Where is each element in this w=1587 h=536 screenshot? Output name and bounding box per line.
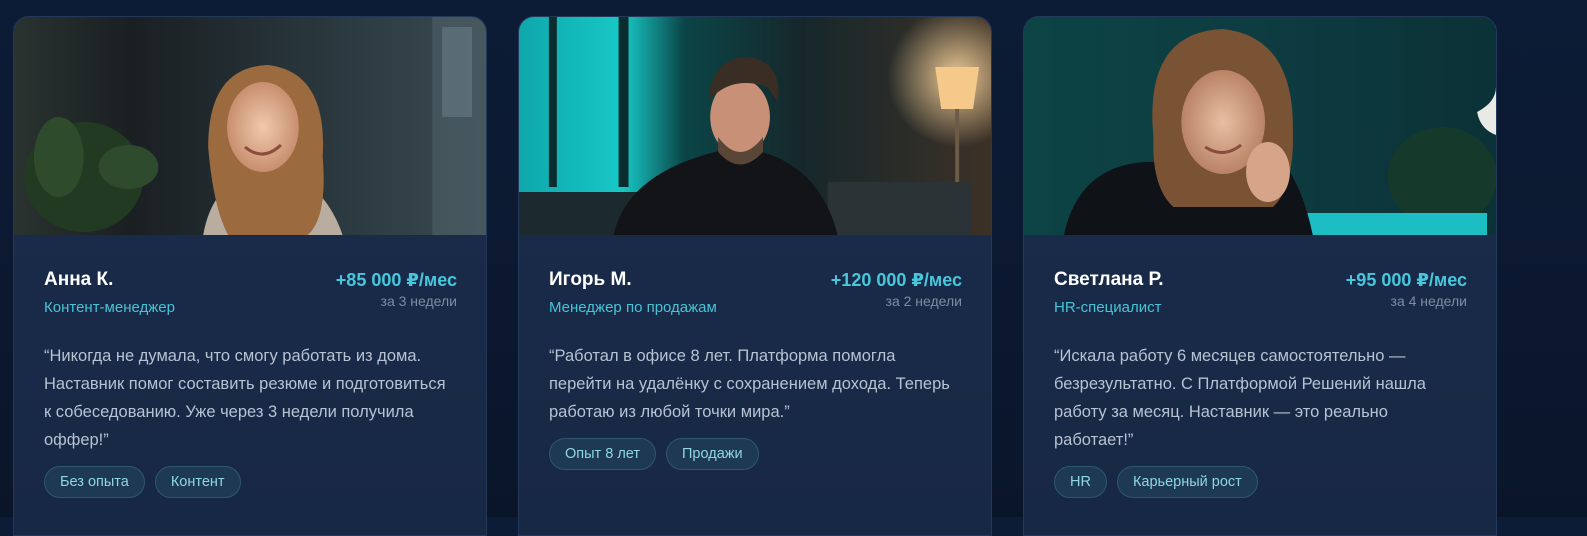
income-value: +95 000 ₽/мес: [1345, 270, 1467, 290]
testimonial-card: Анна К. Контент-менеджер +85 000 ₽/мес з…: [13, 16, 487, 536]
testimonial-name: Игорь М.: [549, 269, 632, 290]
testimonial-name: Светлана Р.: [1054, 269, 1164, 290]
testimonial-role: HR-специалист: [1054, 299, 1162, 316]
tag: HR: [1054, 466, 1107, 498]
testimonial-quote: “Искала работу 6 месяцев самостоятельно …: [1054, 347, 1426, 449]
income-period: за 4 недели: [1390, 293, 1467, 309]
testimonial-card: Светлана Р. HR-специалист +95 000 ₽/мес …: [1023, 16, 1497, 536]
testimonial-photo: [1024, 17, 1496, 235]
tag-list: HR Карьерный рост: [1054, 466, 1467, 498]
tag: Карьерный рост: [1116, 466, 1258, 498]
income-value: +85 000 ₽/мес: [335, 270, 457, 290]
testimonial-photo: [519, 17, 991, 235]
tag: Без опыта: [44, 466, 145, 498]
testimonials-grid: Анна К. Контент-менеджер +85 000 ₽/мес з…: [13, 16, 1497, 536]
tag-list: Без опыта Контент: [44, 466, 457, 498]
tag: Опыт 8 лет: [549, 438, 656, 470]
testimonial-photo: [14, 17, 486, 235]
income-period: за 3 недели: [380, 293, 457, 309]
testimonial-name: Анна К.: [44, 269, 114, 290]
tag: Продажи: [666, 438, 759, 470]
tag-list: Опыт 8 лет Продажи: [549, 438, 962, 470]
income-period: за 2 недели: [885, 293, 962, 309]
testimonial-card: Игорь М. Менеджер по продажам +120 000 ₽…: [518, 16, 992, 536]
tag: Контент: [154, 466, 241, 498]
testimonial-quote: “Работал в офисе 8 лет. Платформа помогл…: [549, 347, 950, 421]
income-value: +120 000 ₽/мес: [830, 270, 962, 290]
testimonial-role: Контент-менеджер: [44, 299, 175, 316]
testimonial-role: Менеджер по продажам: [549, 299, 717, 316]
testimonial-quote: “Никогда не думала, что смогу работать и…: [44, 347, 446, 449]
